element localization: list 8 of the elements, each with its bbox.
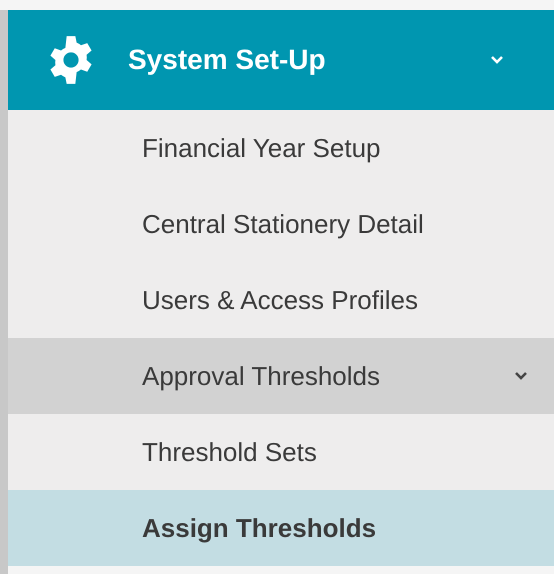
menu-item[interactable]: Financial Year Setup (8, 110, 554, 186)
menu-title: System Set-Up (128, 43, 327, 77)
menu-item[interactable]: Assign Thresholds (8, 490, 554, 566)
menu-item[interactable]: Threshold Sets (8, 414, 554, 490)
menu-item[interactable]: Central Stationery Detail (8, 186, 554, 262)
menu-item[interactable]: Approval Thresholds (8, 338, 554, 414)
menu-item[interactable]: Users & Access Profiles (8, 262, 554, 338)
menu-header[interactable]: System Set-Up (8, 10, 554, 110)
